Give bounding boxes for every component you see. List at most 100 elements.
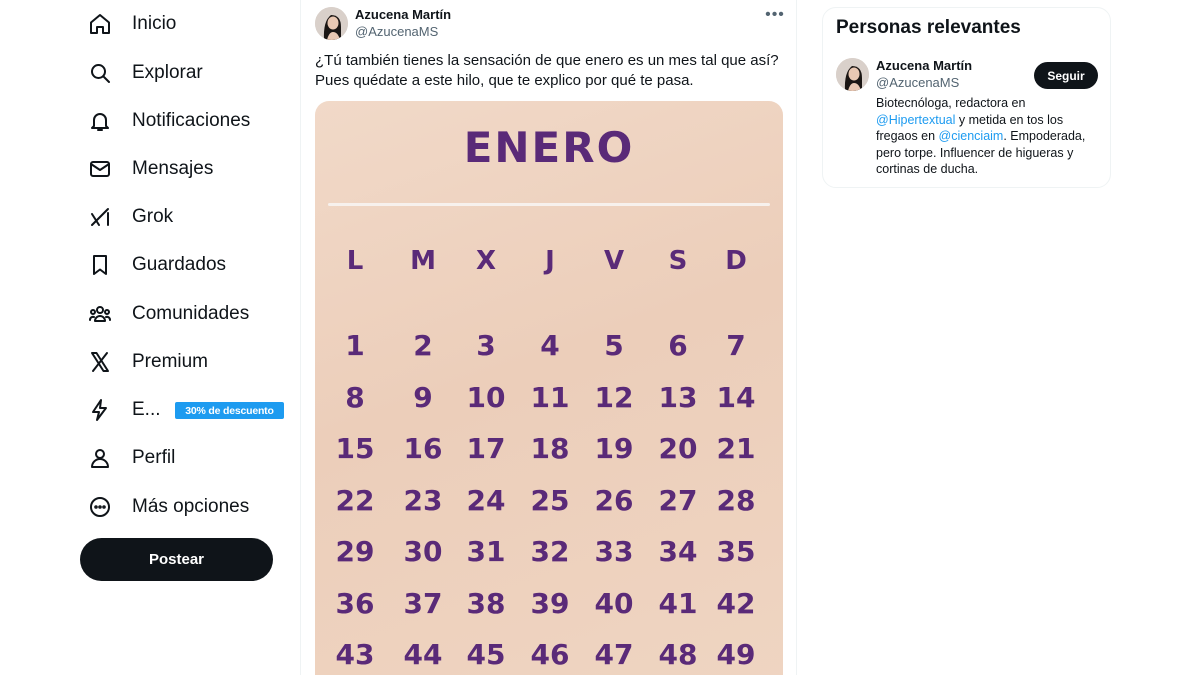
- calendar-day: 11: [530, 381, 570, 414]
- calendar-weekday: V: [603, 246, 625, 276]
- calendar-title: ENERO: [463, 123, 635, 172]
- panel-title: Personas relevantes: [836, 17, 1021, 38]
- tweet-text-line: Pues quédate a este hilo, que te explico…: [315, 72, 694, 89]
- calendar-day: 6: [668, 329, 688, 362]
- calendar-day: 47: [594, 638, 634, 671]
- tweet-media-calendar[interactable]: ENERO L M X J V S D 1 2 3 4 5 6 7 8 9 10 11 12 13 14 15 16 17 18…: [315, 101, 783, 675]
- calendar-day: 29: [335, 535, 375, 568]
- calendar-day: 37: [403, 587, 443, 620]
- calendar-day: 16: [403, 432, 443, 465]
- calendar-day: 12: [594, 381, 634, 414]
- calendar-day: 19: [594, 432, 634, 465]
- calendar-day: 23: [403, 484, 443, 517]
- tweet: Azucena Martín @AzucenaMS ••• ¿Tú tambié…: [301, 0, 796, 675]
- calendar-weekday: X: [475, 246, 497, 276]
- calendar-day: 17: [466, 432, 506, 465]
- person-handle[interactable]: @AzucenaMS: [876, 75, 959, 90]
- bio-line: @Hipertextual y metida en tos los: [876, 112, 1101, 129]
- calendar-day: 49: [716, 638, 756, 671]
- sidebar-item-mas-opciones[interactable]: Más opciones: [88, 485, 249, 529]
- calendar-day: 15: [335, 432, 375, 465]
- bio-text: fregaos en: [876, 129, 939, 143]
- sidebar-nav: Inicio Explorar Notificaciones Mensajes …: [80, 0, 300, 675]
- sidebar-item-comunidades[interactable]: Comunidades: [88, 292, 249, 336]
- calendar-day: 35: [716, 535, 756, 568]
- bio-text: . Empoderada,: [1003, 129, 1086, 143]
- more-circle-icon: [88, 495, 112, 519]
- author-name[interactable]: Azucena Martín: [355, 7, 451, 22]
- mention-link[interactable]: @cienciaim: [939, 129, 1004, 143]
- column-divider: [796, 0, 797, 675]
- lightning-icon: [88, 398, 112, 422]
- calendar-day: 24: [466, 484, 506, 517]
- sidebar-item-label: E...: [132, 399, 161, 420]
- calendar-day: 42: [716, 587, 756, 620]
- sidebar-item-label: Mensajes: [132, 158, 214, 179]
- calendar-day: 27: [658, 484, 698, 517]
- calendar-day: 20: [658, 432, 698, 465]
- sidebar-item-label: Guardados: [132, 254, 227, 275]
- communities-icon: [88, 302, 112, 326]
- mention-link[interactable]: @Hipertextual: [876, 113, 955, 127]
- follow-button[interactable]: Seguir: [1034, 62, 1098, 89]
- calendar-day: 1: [345, 329, 365, 362]
- calendar-day: 14: [716, 381, 756, 414]
- calendar-divider: [328, 203, 770, 206]
- calendar-day: 4: [540, 329, 560, 362]
- avatar[interactable]: [836, 58, 869, 91]
- person-icon: [88, 446, 112, 470]
- sidebar-item-label: Perfil: [132, 447, 176, 468]
- calendar-day: 44: [403, 638, 443, 671]
- sidebar-item-verified-orgs[interactable]: E...: [88, 388, 161, 432]
- calendar-day: 36: [335, 587, 375, 620]
- sidebar-item-label: Explorar: [132, 62, 203, 83]
- sidebar-item-premium[interactable]: Premium: [88, 340, 208, 384]
- calendar-day: 48: [658, 638, 698, 671]
- discount-badge: 30% de descuento: [175, 402, 284, 419]
- calendar-day: 26: [594, 484, 634, 517]
- calendar-weekday: M: [410, 246, 436, 276]
- bio-text: y metida en tos los: [955, 112, 1064, 127]
- calendar-day: 38: [466, 587, 506, 620]
- post-button[interactable]: Postear: [80, 538, 273, 581]
- calendar-day: 7: [726, 329, 746, 362]
- more-horizontal-icon[interactable]: •••: [764, 4, 786, 26]
- sidebar-item-inicio[interactable]: Inicio: [88, 2, 176, 46]
- avatar[interactable]: [315, 7, 348, 40]
- calendar-weekday: J: [545, 246, 555, 276]
- tweet-text: ¿Tú también tienes la sensación de que e…: [315, 51, 785, 91]
- sidebar-item-grok[interactable]: Grok: [88, 195, 173, 239]
- author-handle[interactable]: @AzucenaMS: [355, 24, 438, 39]
- calendar-day: 10: [466, 381, 506, 414]
- relevant-people-panel: Personas relevantes Azucena Martín @Azuc…: [822, 7, 1111, 188]
- calendar-day: 33: [594, 535, 634, 568]
- calendar-day: 43: [335, 638, 375, 671]
- calendar-day: 5: [604, 329, 624, 362]
- calendar-day: 46: [530, 638, 570, 671]
- grok-icon: [88, 205, 112, 229]
- bio-line: fregaos en @cienciaim. Empoderada,: [876, 128, 1101, 145]
- sidebar-item-guardados[interactable]: Guardados: [88, 243, 226, 287]
- sidebar-item-label: Notificaciones: [132, 110, 251, 131]
- calendar-day: 9: [413, 381, 433, 414]
- sidebar-item-perfil[interactable]: Perfil: [88, 436, 175, 480]
- calendar-weekday: S: [668, 246, 688, 276]
- calendar-day: 21: [716, 432, 756, 465]
- calendar-day: 18: [530, 432, 570, 465]
- sidebar-item-notificaciones[interactable]: Notificaciones: [88, 99, 250, 143]
- sidebar-item-explorar[interactable]: Explorar: [88, 51, 203, 95]
- calendar-day: 22: [335, 484, 375, 517]
- bio-line: Biotecnóloga, redactora en: [876, 96, 1026, 110]
- sidebar-item-label: Premium: [132, 351, 209, 372]
- calendar-day: 28: [716, 484, 756, 517]
- sidebar-item-label: Comunidades: [132, 303, 250, 324]
- calendar-day: 13: [658, 381, 698, 414]
- sidebar-item-mensajes[interactable]: Mensajes: [88, 147, 213, 191]
- person-name[interactable]: Azucena Martín: [876, 58, 972, 73]
- bio-line: pero torpe. Influencer de higueras y: [876, 145, 1074, 160]
- calendar-day: 40: [594, 587, 634, 620]
- calendar-day: 31: [466, 535, 506, 568]
- calendar-weekday: D: [725, 246, 747, 276]
- calendar-day: 32: [530, 535, 570, 568]
- bookmark-icon: [88, 253, 112, 277]
